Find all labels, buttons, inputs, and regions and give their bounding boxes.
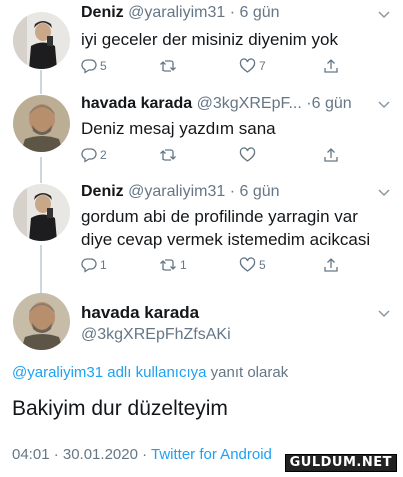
tweet-3[interactable]: Deniz @yaraliyim31 · 6 gün gordum abi de… bbox=[0, 178, 403, 290]
reply-button[interactable]: 5 bbox=[81, 56, 107, 76]
share-button[interactable] bbox=[323, 145, 339, 165]
share-button[interactable] bbox=[323, 56, 339, 76]
replying-to-link[interactable]: @yaraliyim31 adlı kullanıcıya bbox=[12, 364, 206, 381]
chevron-down-icon[interactable] bbox=[377, 308, 391, 318]
reply-icon bbox=[81, 59, 97, 74]
retweet-icon bbox=[160, 149, 176, 161]
like-count: 5 bbox=[259, 258, 266, 272]
chevron-down-icon[interactable] bbox=[377, 187, 391, 197]
reply-icon bbox=[81, 258, 97, 273]
retweet-button[interactable]: 1 bbox=[159, 255, 187, 275]
heart-icon bbox=[239, 147, 256, 162]
reply-count: 5 bbox=[100, 59, 107, 73]
reply-icon bbox=[81, 148, 97, 163]
share-icon bbox=[324, 148, 338, 162]
reply-button[interactable]: 2 bbox=[81, 145, 107, 165]
author-name[interactable]: Deniz bbox=[81, 4, 124, 21]
tweet-time[interactable]: · 6 gün bbox=[230, 4, 280, 21]
tweet-actions: 5 7 bbox=[81, 56, 363, 76]
like-button[interactable]: 7 bbox=[239, 56, 266, 76]
like-button[interactable] bbox=[239, 145, 259, 165]
replying-to-suffix: yanıt olarak bbox=[206, 364, 289, 381]
tweet-text: Bakiyim dur düzelteyim bbox=[12, 397, 228, 420]
tweet-time[interactable]: ·6 gün bbox=[306, 95, 351, 112]
avatar[interactable] bbox=[13, 95, 70, 152]
author-handle[interactable]: @3kgXREpFhZfsAKi bbox=[81, 324, 231, 346]
author-handle[interactable]: @3kgXREpF... bbox=[197, 95, 302, 112]
author-name[interactable]: havada karada bbox=[81, 95, 192, 112]
reply-count: 1 bbox=[100, 258, 107, 272]
heart-icon bbox=[239, 58, 256, 73]
reply-count: 2 bbox=[100, 148, 107, 162]
main-tweet: havada karada @3kgXREpFhZfsAKi @yaraliyi… bbox=[0, 290, 403, 477]
tweet-1[interactable]: Deniz @yaraliyim31 · 6 gün iyi geceler d… bbox=[0, 0, 403, 90]
tweet-text: iyi geceler der misiniz diyenim yok bbox=[81, 30, 338, 49]
like-count: 7 bbox=[259, 59, 266, 73]
tweet-time[interactable]: · 6 gün bbox=[230, 183, 280, 200]
heart-icon bbox=[239, 257, 256, 272]
avatar[interactable] bbox=[13, 293, 70, 350]
retweet-button[interactable] bbox=[159, 56, 180, 76]
replying-to: @yaraliyim31 adlı kullanıcıya yanıt olar… bbox=[12, 363, 288, 383]
tweet-timestamp[interactable]: 04:01 · 30.01.2020 · bbox=[12, 446, 151, 463]
author-name[interactable]: Deniz bbox=[81, 183, 124, 200]
tweet-text: Deniz mesaj yazdım sana bbox=[81, 119, 276, 138]
tweet-actions: 2 bbox=[81, 145, 363, 165]
chevron-down-icon[interactable] bbox=[377, 9, 391, 19]
retweet-button[interactable] bbox=[159, 145, 180, 165]
share-icon bbox=[324, 59, 338, 73]
author-handle[interactable]: @yaraliyim31 bbox=[128, 183, 225, 200]
tweet-footer: 04:01 · 30.01.2020 · Twitter for Android bbox=[12, 445, 272, 465]
author-handle[interactable]: @yaraliyim31 bbox=[128, 4, 225, 21]
retweet-icon bbox=[160, 60, 176, 72]
retweet-count: 1 bbox=[180, 258, 187, 272]
tweet-text: gordum abi de profilinde yarragin var di… bbox=[81, 207, 371, 249]
like-button[interactable]: 5 bbox=[239, 255, 266, 275]
tweet-actions: 1 1 5 bbox=[81, 255, 363, 275]
avatar[interactable] bbox=[13, 184, 70, 241]
share-button[interactable] bbox=[323, 255, 339, 275]
author-name[interactable]: havada karada bbox=[81, 302, 199, 324]
tweet-2[interactable]: havada karada @3kgXREpF... ·6 gün Deniz … bbox=[0, 90, 403, 178]
retweet-icon bbox=[160, 259, 176, 271]
reply-button[interactable]: 1 bbox=[81, 255, 107, 275]
share-icon bbox=[324, 258, 338, 272]
tweet-source[interactable]: Twitter for Android bbox=[151, 446, 272, 463]
chevron-down-icon[interactable] bbox=[377, 99, 391, 109]
watermark-logo: GULDUM.NET bbox=[284, 454, 397, 472]
avatar[interactable] bbox=[13, 12, 70, 69]
